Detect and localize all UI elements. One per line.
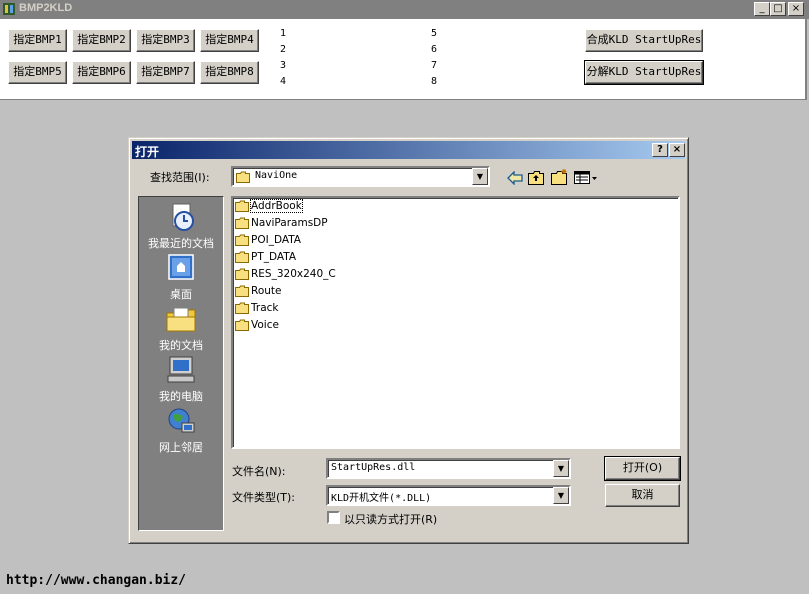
filetype-value: KLD开机文件(*.DLL) <box>331 493 432 504</box>
readonly-label: 以只读方式打开(R) <box>344 513 438 526</box>
folder-icon <box>236 171 250 183</box>
bmp1-button[interactable]: 指定BMP1 <box>8 29 67 52</box>
app-logo-icon <box>3 3 15 15</box>
maximize-button[interactable]: □ <box>770 2 786 16</box>
place-label: 我的文档 <box>159 339 203 352</box>
bmp6-button[interactable]: 指定BMP6 <box>72 61 131 84</box>
readonly-checkbox[interactable] <box>327 511 340 524</box>
place-label: 我的电脑 <box>159 390 203 403</box>
open-button[interactable]: 打开(O) <box>604 456 681 481</box>
file-name: PT_DATA <box>251 251 297 263</box>
up-folder-icon[interactable] <box>528 170 544 185</box>
view-menu-icon[interactable] <box>574 171 598 184</box>
place-recent-documents[interactable]: 我最近的文档 <box>139 201 223 251</box>
slot-number-2: 2 <box>280 44 287 55</box>
list-item[interactable]: PT_DATA <box>235 251 296 267</box>
filetype-label: 文件类型(T): <box>232 491 296 504</box>
app-title-bar: BMP2KLD _ □ × <box>0 0 809 19</box>
new-folder-icon[interactable] <box>551 169 568 185</box>
dialog-title-bar: 打开 ? × <box>132 141 685 159</box>
look-in-dropdown-arrow[interactable]: ▼ <box>472 168 488 185</box>
places-bar: 我最近的文档 桌面 我的文档 我的电脑 网上邻居 <box>138 196 224 531</box>
place-my-documents[interactable]: 我的文档 <box>139 303 223 353</box>
file-name: Voice <box>251 319 279 331</box>
folder-icon <box>235 302 249 314</box>
filename-dropdown-arrow[interactable]: ▼ <box>553 460 569 477</box>
list-item[interactable]: POI_DATA <box>235 234 301 250</box>
look-in-label: 查找范围(I): <box>150 171 210 184</box>
list-item[interactable]: RES_320x240_C <box>235 268 336 284</box>
slot-number-8: 8 <box>431 76 438 87</box>
list-item[interactable]: NaviParamsDP <box>235 217 328 233</box>
back-icon[interactable] <box>507 171 523 185</box>
folder-icon <box>235 319 249 331</box>
bmp3-button[interactable]: 指定BMP3 <box>136 29 195 52</box>
file-name: AddrBook <box>250 199 303 213</box>
bmp7-button[interactable]: 指定BMP7 <box>136 61 195 84</box>
split-kld-button[interactable]: 分解KLD StartUpRes <box>584 60 704 85</box>
slot-number-5: 5 <box>431 28 438 39</box>
open-file-dialog: 打开 ? × 查找范围(I): NaviOne ▼ 我最近的文档 桌面 我的文档… <box>128 137 689 544</box>
slot-number-4: 4 <box>280 76 287 87</box>
place-desktop[interactable]: 桌面 <box>139 252 223 302</box>
slot-number-1: 1 <box>280 28 287 39</box>
folder-icon <box>235 285 249 297</box>
file-list[interactable]: AddrBook NaviParamsDP POI_DATA PT_DATA R… <box>231 196 680 449</box>
network-places-icon <box>168 408 195 433</box>
my-documents-icon <box>166 307 196 332</box>
filename-label: 文件名(N): <box>232 465 286 478</box>
place-network[interactable]: 网上邻居 <box>139 405 223 455</box>
file-name: RES_320x240_C <box>251 268 336 280</box>
minimize-button[interactable]: _ <box>754 2 770 16</box>
place-label: 我最近的文档 <box>148 237 214 250</box>
dialog-title: 打开 <box>135 145 160 159</box>
filename-field[interactable]: StartUpRes.dll ▼ <box>326 458 571 479</box>
folder-icon <box>235 200 249 212</box>
bmp5-button[interactable]: 指定BMP5 <box>8 61 67 84</box>
folder-icon <box>235 234 249 246</box>
bmp8-button[interactable]: 指定BMP8 <box>200 61 259 84</box>
place-my-computer[interactable]: 我的电脑 <box>139 354 223 404</box>
dialog-close-button[interactable]: × <box>669 143 685 157</box>
slot-number-7: 7 <box>431 60 438 71</box>
place-label: 桌面 <box>170 288 192 301</box>
list-item[interactable]: Route <box>235 285 281 301</box>
folder-icon <box>235 268 249 280</box>
filename-value: StartUpRes.dll <box>331 462 416 473</box>
filetype-select[interactable]: KLD开机文件(*.DLL) ▼ <box>326 485 571 506</box>
my-computer-icon <box>167 356 195 383</box>
close-button[interactable]: × <box>788 2 804 16</box>
look-in-combo[interactable]: NaviOne ▼ <box>231 166 490 187</box>
look-in-value: NaviOne <box>255 170 298 181</box>
slot-number-6: 6 <box>431 44 438 55</box>
combine-kld-button[interactable]: 合成KLD StartUpRes <box>585 29 703 52</box>
file-name: POI_DATA <box>251 234 301 246</box>
file-name: Track <box>251 302 279 314</box>
help-button[interactable]: ? <box>652 143 668 157</box>
cancel-button[interactable]: 取消 <box>605 484 680 507</box>
folder-icon <box>235 217 249 229</box>
place-label: 网上邻居 <box>159 441 203 454</box>
recent-documents-icon <box>172 203 194 231</box>
desktop-icon <box>168 254 194 280</box>
bmp2-button[interactable]: 指定BMP2 <box>72 29 131 52</box>
top-panel: 指定BMP1 指定BMP2 指定BMP3 指定BMP4 指定BMP5 指定BMP… <box>0 19 807 100</box>
file-name: NaviParamsDP <box>251 217 328 229</box>
file-name: Route <box>251 285 282 297</box>
folder-icon <box>235 251 249 263</box>
slot-number-3: 3 <box>280 60 287 71</box>
list-item[interactable]: Track <box>235 302 278 318</box>
app-title: BMP2KLD <box>19 2 73 14</box>
filetype-dropdown-arrow[interactable]: ▼ <box>553 487 569 504</box>
bmp4-button[interactable]: 指定BMP4 <box>200 29 259 52</box>
list-item[interactable]: AddrBook <box>235 199 303 216</box>
list-item[interactable]: Voice <box>235 319 279 335</box>
footer-url: http://www.changan.biz/ <box>6 573 187 588</box>
